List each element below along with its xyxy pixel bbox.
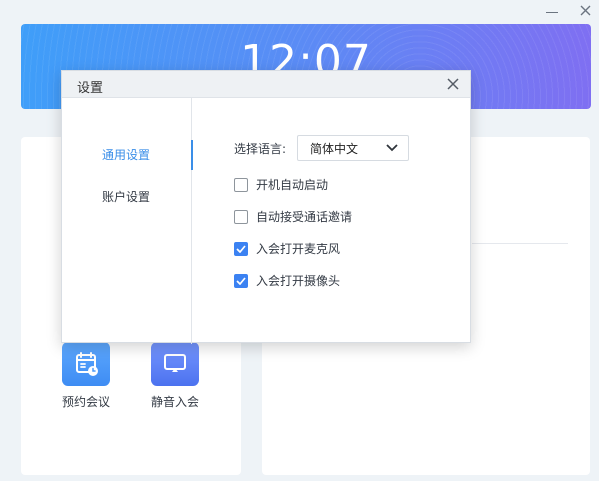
language-label: 选择语言:	[234, 141, 287, 156]
sidebar-item-label: 账户设置	[102, 190, 151, 204]
join-mic-checkbox[interactable]	[234, 241, 248, 256]
settings-sidebar: 通用设置 账户设置	[62, 98, 193, 344]
dialog-title: 设置	[77, 81, 104, 96]
close-icon	[447, 78, 459, 90]
sidebar-item-general[interactable]: 通用设置	[62, 140, 193, 170]
window-controls	[546, 0, 591, 20]
auto-start-label: 开机自动启动	[256, 178, 329, 192]
join-mic-option[interactable]: 入会打开麦克风	[234, 240, 340, 257]
auto-accept-label: 自动接受通话邀请	[256, 210, 353, 224]
auto-accept-option[interactable]: 自动接受通话邀请	[234, 208, 352, 225]
chevron-down-icon	[386, 144, 398, 152]
auto-start-option[interactable]: 开机自动启动	[234, 176, 328, 193]
schedule-meeting-action[interactable]: 预约会议	[54, 342, 118, 410]
screen-share-icon	[151, 342, 199, 386]
checkmark-icon	[236, 276, 246, 285]
join-camera-checkbox[interactable]	[234, 273, 248, 288]
app-window: 12:07 o 预约会议 静音入会	[0, 0, 599, 481]
join-camera-option[interactable]: 入会打开摄像头	[234, 272, 340, 289]
checkmark-icon	[236, 244, 246, 253]
close-button[interactable]	[444, 75, 462, 93]
silent-join-label: 静音入会	[150, 395, 199, 409]
sidebar-item-label: 通用设置	[102, 148, 151, 162]
auto-start-checkbox[interactable]	[234, 177, 248, 192]
join-mic-label: 入会打开麦克风	[256, 242, 341, 256]
language-row: 选择语言: 简体中文	[234, 135, 410, 161]
sidebar-item-account[interactable]: 账户设置	[62, 182, 192, 212]
window-close-icon[interactable]	[580, 1, 591, 20]
language-select[interactable]: 简体中文	[297, 135, 410, 161]
right-panel-divider	[472, 243, 568, 244]
settings-dialog: 设置 通用设置 账户设置 选择语言: 简体中文 开机自动启动 自动接受通话邀请 …	[61, 70, 471, 344]
general-settings-panel: 选择语言: 简体中文 开机自动启动 自动接受通话邀请 入会打开麦克风 入会打开摄…	[234, 98, 454, 328]
calendar-clock-icon	[62, 342, 110, 386]
schedule-meeting-label: 预约会议	[61, 395, 110, 409]
join-camera-label: 入会打开摄像头	[256, 274, 341, 288]
dialog-header: 设置	[62, 71, 470, 98]
auto-accept-checkbox[interactable]	[234, 209, 248, 224]
minimize-icon[interactable]	[546, 11, 558, 13]
silent-join-action[interactable]: 静音入会	[143, 342, 207, 410]
language-value: 简体中文	[310, 141, 359, 156]
